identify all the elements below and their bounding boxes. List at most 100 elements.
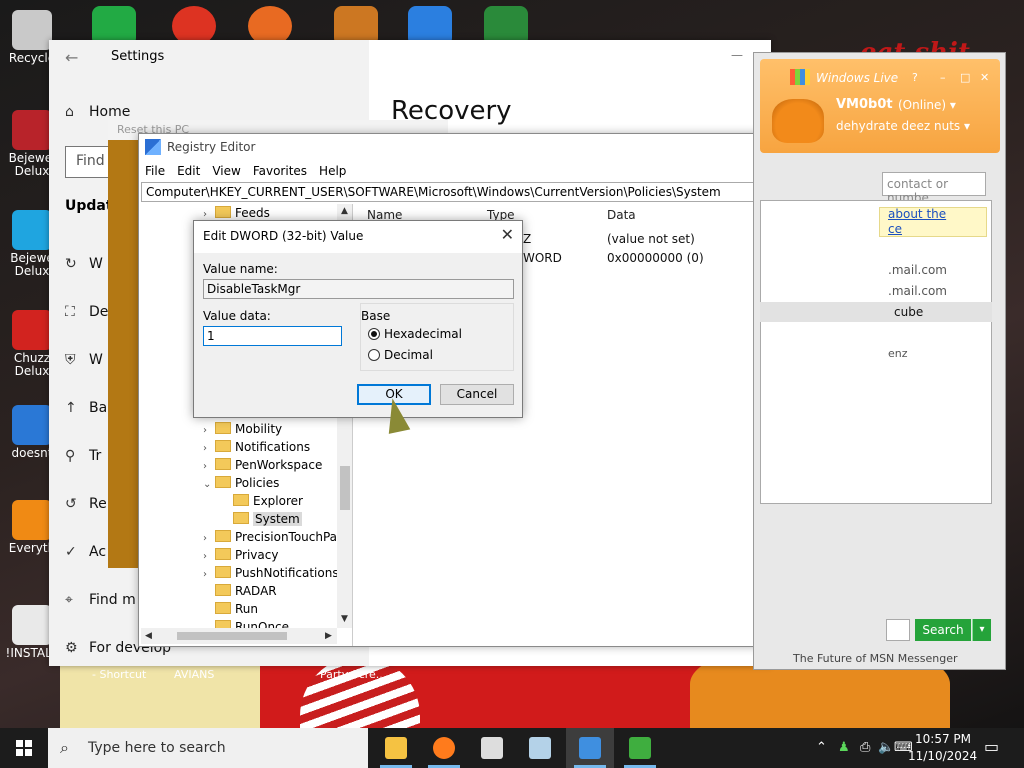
tree-item[interactable]: RADAR [203, 584, 277, 602]
column-header-data[interactable]: Data [607, 208, 636, 222]
menu-file[interactable]: File [139, 162, 171, 180]
network-icon[interactable]: ⎙ [860, 740, 870, 755]
banner-link[interactable]: ce [888, 222, 902, 236]
tree-item[interactable]: System [221, 512, 302, 530]
volume-icon[interactable]: 🔈 [878, 740, 894, 755]
expand-arrow-icon[interactable]: ⌄ [203, 479, 215, 490]
tree-horizontal-scrollbar[interactable]: ◀ ▶ [141, 628, 337, 644]
settings-nav-item[interactable]: ↑ Ba [65, 400, 107, 416]
expand-arrow-icon[interactable]: › [203, 461, 215, 472]
decimal-radio[interactable]: Decimal [368, 348, 433, 362]
tree-item-label: Feeds [235, 206, 270, 220]
shortcut-label[interactable]: - Shortcut [92, 668, 146, 681]
settings-nav-item[interactable]: ↻ W [65, 256, 103, 272]
value-data-field[interactable]: 1 [203, 326, 342, 346]
decimal-label: Decimal [384, 348, 433, 362]
taskbar-search-box[interactable]: ⌕ Type here to search [48, 728, 368, 768]
menu-edit[interactable]: Edit [171, 162, 206, 180]
taskbar-firefox-button[interactable] [420, 728, 468, 768]
settings-nav-item[interactable]: ⌖ Find m [65, 592, 136, 608]
taskbar-file-explorer-button[interactable] [372, 728, 420, 768]
tree-item[interactable]: › Notifications [203, 440, 310, 458]
clock-time[interactable]: 10:57 PM [912, 732, 974, 746]
start-button[interactable] [0, 728, 48, 768]
contact-item[interactable]: enz [888, 347, 908, 360]
menu-view[interactable]: View [206, 162, 246, 180]
contact-item[interactable]: cube [894, 305, 923, 319]
scroll-thumb[interactable] [177, 632, 287, 640]
folder-icon [215, 206, 231, 218]
radio-checked-icon[interactable] [368, 328, 380, 340]
settings-nav-item[interactable]: ⚲ Tr [65, 448, 101, 464]
shortcut-label[interactable]: Party Scre... [320, 668, 386, 681]
banner-link[interactable]: about the [888, 207, 946, 221]
folder-icon [215, 530, 231, 542]
back-arrow-icon[interactable]: ← [65, 48, 78, 67]
scroll-thumb[interactable] [340, 466, 350, 510]
nav-item-icon: ⌖ [65, 592, 73, 608]
tree-item[interactable]: › Mobility [203, 422, 282, 440]
nav-item-icon: ↻ [65, 256, 77, 272]
tree-item[interactable]: › PrecisionTouchPad [203, 530, 345, 548]
expand-arrow-icon[interactable]: › [203, 425, 215, 436]
messenger-tray-icon[interactable]: ♟ [838, 740, 850, 755]
taskbar-control-panel-button[interactable] [516, 728, 564, 768]
expand-arrow-icon[interactable]: › [203, 551, 215, 562]
tree-item-label: Notifications [235, 440, 311, 454]
user-name[interactable]: VM0b0t [836, 97, 893, 112]
notification-icon[interactable]: ▭ [984, 737, 999, 756]
contact-item[interactable]: .mail.com [888, 263, 947, 277]
contact-list [760, 200, 992, 504]
online-status[interactable]: (Online) ▾ [898, 98, 956, 112]
taskbar-messenger-button[interactable] [616, 728, 664, 768]
close-icon[interactable]: ✕ [501, 225, 514, 244]
hexadecimal-radio[interactable]: Hexadecimal [368, 327, 462, 341]
minimize-icon[interactable]: — [731, 48, 743, 62]
scroll-right-icon[interactable]: ▶ [325, 631, 332, 641]
scroll-left-icon[interactable]: ◀ [145, 631, 152, 641]
shortcut-label[interactable]: AVIANS [174, 668, 214, 681]
settings-nav-item[interactable]: ⛶ De [65, 304, 108, 320]
scroll-up-icon[interactable]: ▲ [341, 206, 348, 216]
tree-item[interactable]: Run [203, 602, 258, 620]
avatar[interactable] [772, 99, 824, 143]
taskbar-regedit-button[interactable] [566, 728, 614, 768]
nav-item-icon: ↺ [65, 496, 77, 512]
help-icon[interactable]: ? [912, 71, 918, 84]
personal-message[interactable]: dehydrate deez nuts ▾ [836, 119, 970, 133]
menu-help[interactable]: Help [313, 162, 352, 180]
settings-nav-item[interactable]: ⌂ Home [65, 104, 130, 120]
contact-search-input[interactable]: contact or numbe [882, 172, 986, 205]
tree-item[interactable]: › PenWorkspace [203, 458, 322, 476]
minimize-icon[interactable]: – [940, 71, 946, 84]
expand-arrow-icon[interactable]: › [203, 569, 215, 580]
menu-favorites[interactable]: Favorites [247, 162, 313, 180]
clock-date[interactable]: 11/10/2024 [908, 749, 977, 763]
taskbar-settings-button[interactable] [468, 728, 516, 768]
show-hidden-icons-icon[interactable]: ⌃ [816, 740, 827, 755]
tree-item[interactable]: › PushNotifications [203, 566, 339, 584]
folder-icon [215, 422, 231, 434]
search-dropdown-icon[interactable]: ▾ [972, 619, 991, 641]
folder-icon [215, 602, 231, 614]
search-button[interactable]: Search [915, 619, 971, 641]
expand-arrow-icon[interactable]: › [203, 533, 215, 544]
tree-item[interactable]: ⌄ Policies [203, 476, 279, 494]
tree-item-label: PenWorkspace [235, 458, 323, 472]
cancel-button[interactable]: Cancel [440, 384, 514, 405]
tree-item[interactable]: › Privacy [203, 548, 278, 566]
settings-nav-item[interactable]: ✓ Ac [65, 544, 106, 560]
expand-arrow-icon[interactable]: › [203, 209, 215, 220]
tree-item[interactable]: Explorer [221, 494, 303, 512]
web-search-input[interactable] [886, 619, 910, 641]
contact-item[interactable]: .mail.com [888, 284, 947, 298]
expand-arrow-icon[interactable]: › [203, 443, 215, 454]
settings-nav-item[interactable]: ⛨ W [65, 352, 103, 368]
radio-unchecked-icon[interactable] [368, 349, 380, 361]
close-icon[interactable]: ✕ [980, 71, 989, 84]
value-name-field[interactable]: DisableTaskMgr [203, 279, 514, 299]
scroll-down-icon[interactable]: ▼ [341, 614, 348, 624]
windows-logo-icon [16, 740, 32, 756]
settings-nav-item[interactable]: ↺ Re [65, 496, 107, 512]
maximize-icon[interactable]: □ [960, 71, 970, 84]
